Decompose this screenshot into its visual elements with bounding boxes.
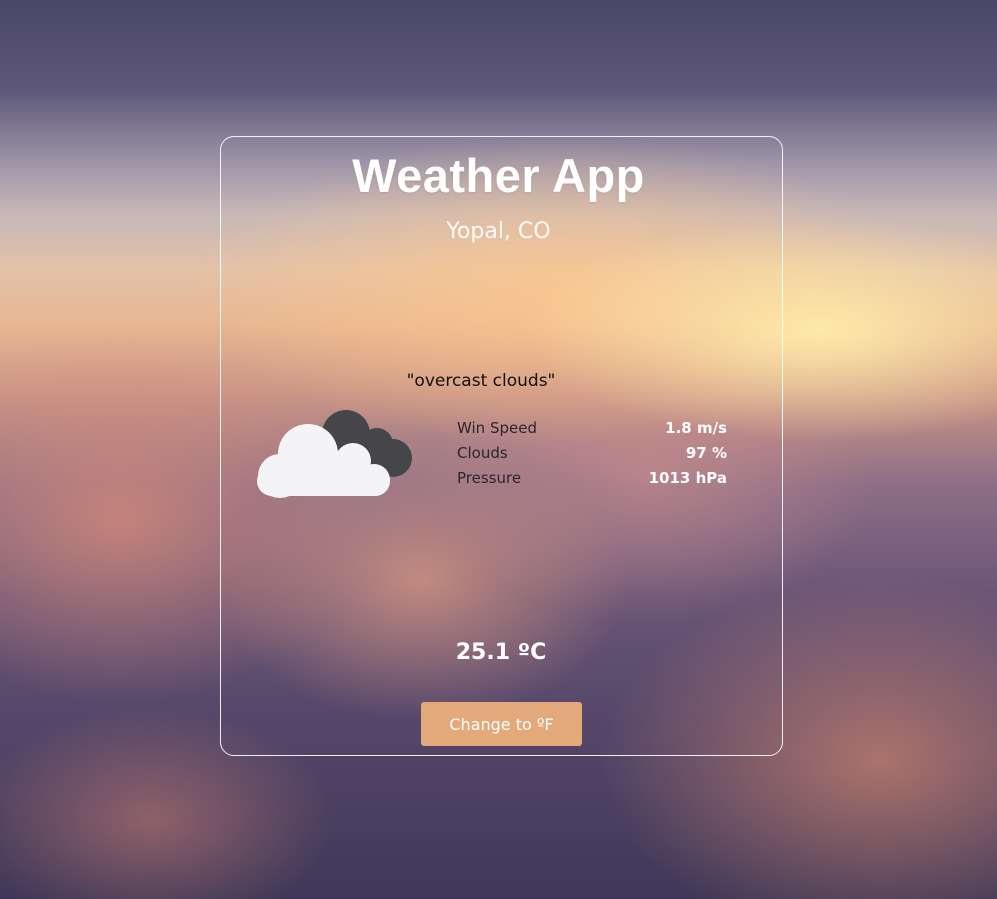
stat-row-pressure: Pressure 1013 hPa bbox=[457, 467, 727, 492]
stat-label: Win Speed bbox=[457, 419, 537, 437]
overcast-clouds-icon bbox=[254, 406, 416, 502]
stat-row-clouds: Clouds 97 % bbox=[457, 442, 727, 467]
weather-description: "overcast clouds" bbox=[406, 371, 556, 391]
location-label: Yopal, CO bbox=[446, 219, 551, 244]
stat-value: 97 % bbox=[685, 444, 727, 462]
stat-label: Pressure bbox=[457, 469, 522, 487]
weather-stats: Win Speed 1.8 m/s Clouds 97 % Pressure 1… bbox=[457, 417, 727, 492]
stat-value: 1013 hPa bbox=[648, 469, 727, 487]
app-background: { "app": { "title": "Weather App", "loca… bbox=[0, 0, 997, 899]
change-unit-button[interactable]: Change to ºF bbox=[421, 702, 582, 746]
stat-value: 1.8 m/s bbox=[665, 419, 727, 437]
app-title: Weather App bbox=[352, 149, 645, 202]
stat-row-wind-speed: Win Speed 1.8 m/s bbox=[457, 417, 727, 442]
stat-label: Clouds bbox=[457, 444, 508, 462]
temperature-readout: 25.1 ºC bbox=[455, 640, 547, 665]
